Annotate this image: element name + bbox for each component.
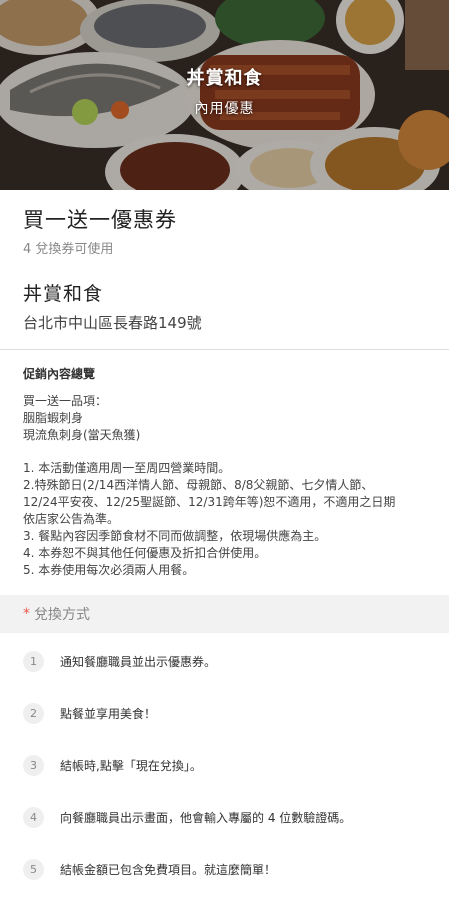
redeem-method-header: * 兌換方式 — [0, 595, 449, 633]
step-number-badge: 3 — [23, 754, 44, 776]
step-text: 點餐並享用美食！ — [60, 706, 157, 721]
step-number-badge: 2 — [23, 702, 44, 724]
offer-title: 買一送一優惠券 — [23, 208, 177, 232]
redeem-steps: 1 通知餐廳職員並出示優惠券。 2 點餐並享用美食！ 3 結帳時,點擊「現在兌換… — [0, 635, 449, 895]
redeem-step: 5 結帳金額已包含免費項目。就這麼簡單！ — [23, 843, 426, 895]
promo-rule-line: 12/24平安夜、12/25聖誕節、12/31跨年等)恕不適用，不適用之日期 — [23, 495, 396, 509]
hero-title: 丼賞和食 — [186, 68, 263, 89]
promo-item: 現流魚刺身(當天魚獲) — [23, 428, 141, 442]
offer-section: 買一送一優惠券 4 兌換券可使用 丼賞和食 台北市中山區長春路149號 — [0, 190, 449, 333]
promo-rule-line: 3. 餐點內容因季節食材不同而做調整，依現場供應為主。 — [23, 529, 327, 543]
redeem-step: 4 向餐廳職員出示畫面，他會輸入專屬的 4 位數驗證碼。 — [23, 791, 426, 843]
merchant-name[interactable]: 丼賞和食 — [23, 279, 426, 306]
redeem-step: 3 結帳時,點擊「現在兌換」。 — [23, 739, 426, 791]
promo-items-intro: 買一送一品項： — [23, 394, 108, 408]
voucher-count: 4 兌換券可使用 — [23, 242, 114, 257]
required-star: * — [23, 606, 30, 622]
promo-rule-line: 依店家公告為準。 — [23, 512, 120, 526]
promo-rule-line: 5. 本券使用每次必須兩人用餐。 — [23, 563, 195, 577]
step-number-badge: 1 — [23, 650, 44, 672]
step-number-badge: 4 — [23, 806, 44, 828]
promo-item: 胭脂蝦刺身 — [23, 411, 84, 425]
step-text: 結帳金額已包含免費項目。就這麼簡單！ — [60, 862, 277, 877]
promo-items: 買一送一品項： 胭脂蝦刺身 現流魚刺身(當天魚獲) — [23, 393, 426, 444]
hero-subtitle: 內用優惠 — [194, 101, 255, 117]
step-text: 向餐廳職員出示畫面，他會輸入專屬的 4 位數驗證碼。 — [60, 810, 352, 825]
promo-rule-line: 2.特殊節日(2/14西洋情人節、母親節、8/8父親節、七夕情人節、 — [23, 478, 374, 492]
promo-summary: 促銷內容總覽 買一送一品項： 胭脂蝦刺身 現流魚刺身(當天魚獲) 1. 本活動僅… — [0, 350, 449, 579]
redeem-method-heading: 兌換方式 — [34, 607, 90, 623]
step-text: 通知餐廳職員並出示優惠券。 — [60, 654, 217, 669]
promo-rule-line: 1. 本活動僅適用周一至周四營業時間。 — [23, 461, 231, 475]
hero-banner: 丼賞和食 內用優惠 — [0, 0, 449, 190]
promo-rule-line: 4. 本券恕不與其他任何優惠及折扣合併使用。 — [23, 546, 267, 560]
step-number-badge: 5 — [23, 858, 44, 880]
promo-heading: 促銷內容總覽 — [23, 367, 96, 381]
redeem-step: 2 點餐並享用美食！ — [23, 687, 426, 739]
promo-rules: 1. 本活動僅適用周一至周四營業時間。 2.特殊節日(2/14西洋情人節、母親節… — [23, 460, 426, 579]
merchant-address[interactable]: 台北市中山區長春路149號 — [23, 312, 426, 333]
redeem-step: 1 通知餐廳職員並出示優惠券。 — [23, 635, 426, 687]
step-text: 結帳時,點擊「現在兌換」。 — [60, 758, 202, 773]
